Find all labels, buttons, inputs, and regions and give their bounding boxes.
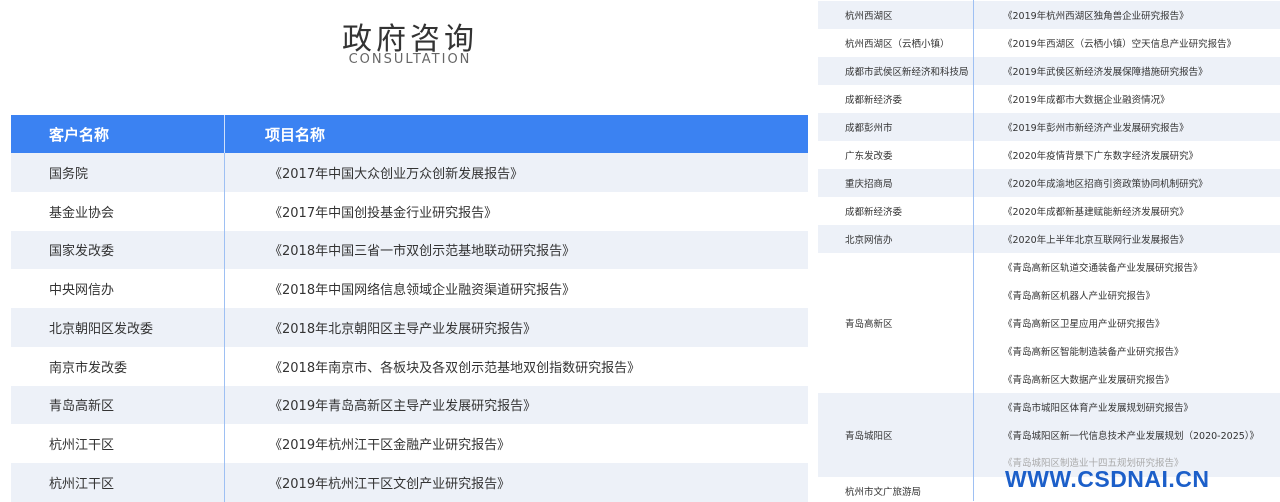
- project-cell: 《2019年武侯区新经济发展保障措施研究报告》: [1003, 67, 1208, 78]
- table-row: 杭州西湖区 《2019年杭州西湖区独角兽企业研究报告》: [818, 1, 1280, 29]
- group-project-cell: 《青岛高新区智能制造装备产业研究报告》: [1003, 347, 1184, 358]
- client-cell: 成都新经济委: [845, 95, 903, 106]
- table-row: 广东发改委 《2020年疫情背景下广东数字经济发展研究》: [818, 141, 1280, 169]
- group-project-cell: 《青岛城阳区新一代信息技术产业发展规划（2020-2025）》: [1003, 431, 1260, 442]
- table-row: 成都新经济委 《2020年成都新基建赋能新经济发展研究》: [818, 197, 1280, 225]
- table-row: 青岛高新区 《2019年青岛高新区主导产业发展研究报告》: [11, 385, 808, 425]
- client-cell: 重庆招商局: [845, 179, 893, 190]
- client-cell: 成都彭州市: [845, 123, 893, 134]
- clients-table-continued: 杭州西湖区 《2019年杭州西湖区独角兽企业研究报告》 杭州西湖区（云栖小镇） 《2…: [818, 0, 1280, 501]
- project-cell: 《2019年彭州市新经济产业发展研究报告》: [1003, 123, 1189, 134]
- watermark: WWW.CSDNAI.CN: [1005, 466, 1210, 492]
- title-block: 政府咨询 CONSULTATION: [12, 0, 808, 110]
- table-row: 成都市武侯区新经济和科技局 《2019年武侯区新经济发展保障措施研究报告》: [818, 57, 1280, 85]
- project-cell: 《2019年杭州西湖区独角兽企业研究报告》: [1003, 11, 1189, 22]
- project-cell: 《2020年疫情背景下广东数字经济发展研究》: [1003, 151, 1199, 162]
- table-row: 杭州江干区 《2019年杭州江干区金融产业研究报告》: [11, 424, 808, 463]
- client-cell: 基金业协会: [11, 191, 225, 231]
- group-client-cell: 青岛城阳区: [845, 431, 893, 442]
- client-cell: 青岛高新区: [11, 385, 225, 425]
- project-cell: 《2018年北京朝阳区主导产业发展研究报告》: [269, 321, 537, 337]
- column-divider: [973, 0, 974, 501]
- client-cell: 杭州江干区: [11, 463, 225, 502]
- client-cell: 成都市武侯区新经济和科技局: [845, 67, 969, 78]
- project-cell: 《2018年中国网络信息领域企业融资渠道研究报告》: [269, 283, 576, 299]
- client-cell: 南京市发改委: [11, 346, 225, 386]
- project-cell: 《2017年中国大众创业万众创新发展报告》: [269, 166, 524, 182]
- group-project-cell: 《青岛高新区机器人产业研究报告》: [1003, 291, 1156, 302]
- project-cell: 《2020年上半年北京互联网行业发展报告》: [1003, 235, 1189, 246]
- client-cell: 杭州西湖区: [845, 11, 893, 22]
- project-cell: 《2019年成都市大数据企业融资情况》: [1003, 95, 1170, 106]
- table-row: 杭州江干区 《2019年杭州江干区文创产业研究报告》: [11, 463, 808, 502]
- project-cell: 《2018年南京市、各板块及各双创示范基地双创指数研究报告》: [269, 360, 641, 376]
- client-cell: 成都新经济委: [845, 207, 903, 218]
- table-row: 中央网信办 《2018年中国网络信息领域企业融资渠道研究报告》: [11, 269, 808, 308]
- table-row: 国家发改委 《2018年中国三省一市双创示范基地联动研究报告》: [11, 230, 808, 270]
- column-header-project: 项目名称: [265, 125, 326, 144]
- column-header-client: 客户名称: [11, 115, 225, 153]
- table-row: 成都彭州市 《2019年彭州市新经济产业发展研究报告》: [818, 113, 1280, 141]
- client-cell: 杭州江干区: [11, 424, 225, 463]
- clients-table: 客户名称 项目名称 国务院 《2017年中国大众创业万众创新发展报告》 基金业协会…: [11, 115, 808, 502]
- table-row: 杭州西湖区（云栖小镇） 《2019年西湖区（云栖小镇）空天信息产业研究报告》: [818, 29, 1280, 57]
- group-project-cell: 《青岛市城阳区体育产业发展规划研究报告》: [1003, 403, 1194, 414]
- project-cell: 《2020年成渝地区招商引资政策协同机制研究》: [1003, 179, 1208, 190]
- project-cell: 《2019年西湖区（云栖小镇）空天信息产业研究报告》: [1003, 39, 1237, 50]
- group-client-cell: 青岛高新区: [845, 319, 893, 330]
- project-cell: 《2020年成都新基建赋能新经济发展研究》: [1003, 207, 1189, 218]
- table-row: 重庆招商局 《2020年成渝地区招商引资政策协同机制研究》: [818, 169, 1280, 197]
- page-subtitle: CONSULTATION: [348, 52, 472, 67]
- client-cell: 中央网信办: [11, 269, 225, 308]
- table-row: 北京朝阳区发改委 《2018年北京朝阳区主导产业发展研究报告》: [11, 308, 808, 347]
- group-project-cell: 《青岛高新区卫星应用产业研究报告》: [1003, 319, 1165, 330]
- project-cell: 《2019年杭州江干区文创产业研究报告》: [269, 476, 511, 492]
- client-cell: 广东发改委: [845, 151, 893, 162]
- table-row: 成都新经济委 《2019年成都市大数据企业融资情况》: [818, 85, 1280, 113]
- client-cell: 北京网信办: [845, 235, 893, 246]
- client-cell: 国家发改委: [11, 230, 225, 270]
- client-cell: 北京朝阳区发改委: [11, 308, 225, 347]
- client-cell: 杭州西湖区（云栖小镇）: [845, 39, 950, 50]
- group-project-cell: 《青岛高新区轨道交通装备产业发展研究报告》: [1003, 263, 1203, 274]
- group-project-cell: 《青岛高新区大数据产业发展研究报告》: [1003, 375, 1175, 386]
- table-row: 基金业协会 《2017年中国创投基金行业研究报告》: [11, 191, 808, 231]
- project-cell: 《2018年中国三省一市双创示范基地联动研究报告》: [269, 244, 576, 260]
- client-cell: 杭州市文广旅游局: [845, 487, 922, 498]
- table-row: 北京网信办 《2020年上半年北京互联网行业发展报告》: [818, 225, 1280, 253]
- table-header: 客户名称 项目名称: [11, 115, 808, 153]
- table-row: 南京市发改委 《2018年南京市、各板块及各双创示范基地双创指数研究报告》: [11, 346, 808, 386]
- client-cell: 国务院: [11, 153, 225, 192]
- project-cell: 《2019年青岛高新区主导产业发展研究报告》: [269, 399, 537, 415]
- project-cell: 《2019年杭州江干区金融产业研究报告》: [269, 438, 511, 454]
- project-cell: 《2017年中国创投基金行业研究报告》: [269, 205, 498, 221]
- table-row: 国务院 《2017年中国大众创业万众创新发展报告》: [11, 153, 808, 192]
